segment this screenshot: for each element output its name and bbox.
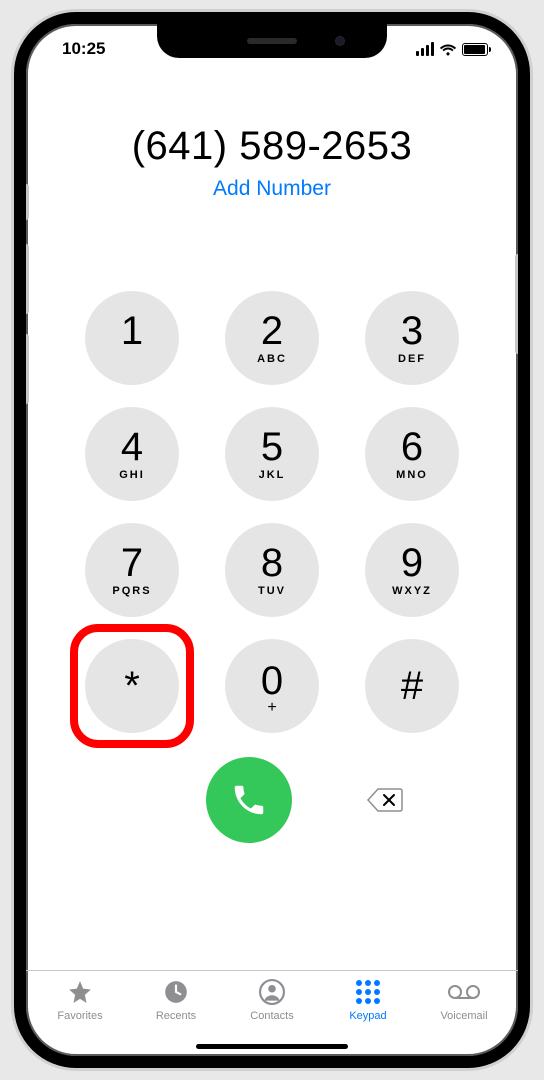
key-star[interactable]: * <box>85 639 179 733</box>
tab-favorites[interactable]: Favorites <box>32 977 128 1056</box>
person-circle-icon <box>259 977 285 1007</box>
add-number-button[interactable]: Add Number <box>46 177 498 201</box>
key-9[interactable]: 9 WXYZ <box>365 523 459 617</box>
key-7[interactable]: 7 PQRS <box>85 523 179 617</box>
key-6[interactable]: 6 MNO <box>365 407 459 501</box>
delete-button[interactable] <box>338 787 432 813</box>
cellular-signal-icon <box>416 42 435 56</box>
home-indicator[interactable] <box>196 1044 348 1049</box>
dialed-number: (641) 589-2653 <box>46 124 498 169</box>
key-0[interactable]: 0 + <box>225 639 319 733</box>
voicemail-icon <box>447 977 481 1007</box>
key-hash[interactable]: # <box>365 639 459 733</box>
keypad: 1 2 ABC 3 DEF 4 GHI 5 JKL 6 MNO <box>26 291 518 733</box>
key-3[interactable]: 3 DEF <box>365 291 459 385</box>
key-4[interactable]: 4 GHI <box>85 407 179 501</box>
keypad-icon <box>356 977 380 1007</box>
key-5[interactable]: 5 JKL <box>225 407 319 501</box>
tab-voicemail[interactable]: Voicemail <box>416 977 512 1056</box>
battery-icon <box>462 43 488 56</box>
device-notch <box>157 24 387 58</box>
key-1[interactable]: 1 <box>85 291 179 385</box>
phone-icon <box>230 781 268 819</box>
clock-icon <box>163 977 189 1007</box>
phone-device-frame: 10:25 (641) 589-2653 Add Number 1 2 ABC <box>14 12 530 1068</box>
key-2[interactable]: 2 ABC <box>225 291 319 385</box>
key-8[interactable]: 8 TUV <box>225 523 319 617</box>
star-icon <box>66 977 94 1007</box>
status-time: 10:25 <box>48 39 105 59</box>
backspace-icon <box>366 787 404 813</box>
call-button[interactable] <box>206 757 292 843</box>
number-display: (641) 589-2653 Add Number <box>26 124 518 201</box>
wifi-icon <box>439 43 457 56</box>
